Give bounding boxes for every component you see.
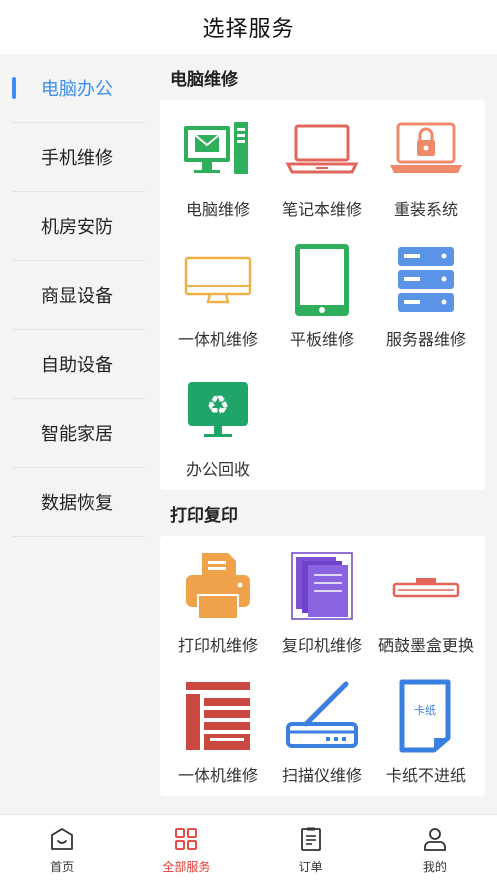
section-title-computer: 电脑维修 bbox=[170, 69, 238, 90]
body-area: 电脑办公 手机维修 机房安防 商显设备 自助设备 智能家居 数据恢复 电脑维修 … bbox=[0, 54, 497, 814]
service-copier-repair[interactable]: 复印机维修 bbox=[270, 536, 374, 666]
service-label: 办公回收 bbox=[185, 460, 250, 479]
printer-icon bbox=[178, 550, 258, 622]
service-list: 电脑维修 电脑维修 笔记本维修 重装系统 一体机维修 平板维修 服务器维修 ♻ … bbox=[160, 54, 485, 814]
service-reinstall-system[interactable]: 重装系统 bbox=[374, 100, 478, 230]
section-printing: 打印机维修 复印机维修 硒鼓墨盒更换 一体机维修 扫描仪维修 卡纸 卡纸不进纸 bbox=[160, 536, 485, 796]
home-icon bbox=[48, 825, 76, 853]
copier-paper-icon bbox=[282, 550, 362, 622]
app-root: 选择服务 电脑办公 手机维修 机房安防 商显设备 自助设备 智能家居 数据恢复 … bbox=[0, 0, 497, 883]
service-label: 硒鼓墨盒更换 bbox=[377, 636, 474, 655]
sidebar-item-label: 智能家居 bbox=[41, 424, 113, 445]
service-label: 卡纸不进纸 bbox=[385, 766, 466, 785]
sidebar-item-smart-home[interactable]: 智能家居 bbox=[12, 399, 145, 468]
page-title: 选择服务 bbox=[202, 17, 295, 42]
tab-home[interactable]: 首页 bbox=[0, 815, 124, 883]
service-toner-replacement[interactable]: 硒鼓墨盒更换 bbox=[374, 536, 478, 666]
sidebar-item-computer-office[interactable]: 电脑办公 bbox=[12, 54, 145, 123]
sidebar-item-label: 商显设备 bbox=[41, 286, 113, 307]
laptop-lock-icon bbox=[386, 114, 466, 186]
service-label: 扫描仪维修 bbox=[281, 766, 362, 785]
sidebar-item-phone-repair[interactable]: 手机维修 bbox=[12, 123, 145, 192]
tab-label: 全部服务 bbox=[162, 860, 211, 874]
laptop-icon bbox=[282, 114, 362, 186]
service-label: 复印机维修 bbox=[281, 636, 362, 655]
order-icon bbox=[297, 825, 325, 853]
service-label: 重装系统 bbox=[393, 200, 458, 219]
category-sidebar: 电脑办公 手机维修 机房安防 商显设备 自助设备 智能家居 数据恢复 bbox=[12, 54, 145, 814]
paper-jam-icon-text: 卡纸 bbox=[414, 704, 436, 717]
sidebar-item-label: 手机维修 bbox=[41, 148, 113, 169]
service-multifunction-repair[interactable]: 一体机维修 bbox=[166, 666, 270, 796]
tab-mine[interactable]: 我的 bbox=[373, 815, 497, 883]
sidebar-item-label: 电脑办公 bbox=[41, 79, 113, 100]
tab-all-services[interactable]: 全部服务 bbox=[124, 815, 248, 883]
service-server-repair[interactable]: 服务器维修 bbox=[374, 230, 478, 360]
sidebar-item-label: 机房安防 bbox=[41, 217, 113, 238]
recycle-monitor-icon: ♻ bbox=[178, 374, 258, 446]
tab-label: 我的 bbox=[422, 860, 447, 874]
service-computer-repair[interactable]: 电脑维修 bbox=[166, 100, 270, 230]
service-tablet-repair[interactable]: 平板维修 bbox=[270, 230, 374, 360]
service-printer-repair[interactable]: 打印机维修 bbox=[166, 536, 270, 666]
service-label: 电脑维修 bbox=[185, 200, 250, 219]
tab-label: 订单 bbox=[298, 860, 323, 874]
service-paper-jam[interactable]: 卡纸 卡纸不进纸 bbox=[374, 666, 478, 796]
tablet-icon bbox=[282, 244, 362, 316]
service-label: 一体机维修 bbox=[177, 766, 258, 785]
scanner-icon bbox=[282, 680, 362, 752]
sidebar-item-label: 自助设备 bbox=[41, 355, 113, 376]
bottom-tab-bar: 首页 全部服务 订单 我的 bbox=[0, 814, 497, 883]
service-label: 服务器维修 bbox=[385, 330, 466, 349]
service-label: 笔记本维修 bbox=[281, 200, 362, 219]
sidebar-item-data-recovery[interactable]: 数据恢复 bbox=[12, 468, 145, 537]
header: 选择服务 bbox=[0, 0, 497, 54]
tab-label: 首页 bbox=[50, 860, 75, 874]
service-label: 平板维修 bbox=[289, 330, 354, 349]
sidebar-item-self-service[interactable]: 自助设备 bbox=[12, 330, 145, 399]
sidebar-item-label: 数据恢复 bbox=[41, 493, 113, 514]
tab-orders[interactable]: 订单 bbox=[249, 815, 373, 883]
service-label: 一体机维修 bbox=[177, 330, 258, 349]
all-in-one-monitor-icon bbox=[178, 244, 258, 316]
svg-text:♻: ♻ bbox=[206, 391, 229, 421]
sidebar-item-commercial-display[interactable]: 商显设备 bbox=[12, 261, 145, 330]
service-all-in-one-repair[interactable]: 一体机维修 bbox=[166, 230, 270, 360]
desktop-computer-icon bbox=[178, 114, 258, 186]
sidebar-item-server-room-security[interactable]: 机房安防 bbox=[12, 192, 145, 261]
active-indicator bbox=[12, 77, 16, 99]
service-laptop-repair[interactable]: 笔记本维修 bbox=[270, 100, 374, 230]
user-icon bbox=[421, 825, 449, 853]
section-computer: 电脑维修 笔记本维修 重装系统 一体机维修 平板维修 服务器维修 ♻ 办公回收 bbox=[160, 100, 485, 490]
paper-jam-icon: 卡纸 bbox=[386, 679, 466, 753]
section-title-printing: 打印复印 bbox=[170, 505, 238, 526]
service-scanner-repair[interactable]: 扫描仪维修 bbox=[270, 666, 374, 796]
server-icon bbox=[386, 244, 466, 316]
service-label: 打印机维修 bbox=[177, 636, 258, 655]
service-office-recycling[interactable]: ♻ 办公回收 bbox=[166, 360, 270, 490]
grid-icon bbox=[172, 825, 200, 853]
toner-cartridge-icon bbox=[386, 550, 466, 622]
multifunction-printer-icon bbox=[178, 680, 258, 752]
